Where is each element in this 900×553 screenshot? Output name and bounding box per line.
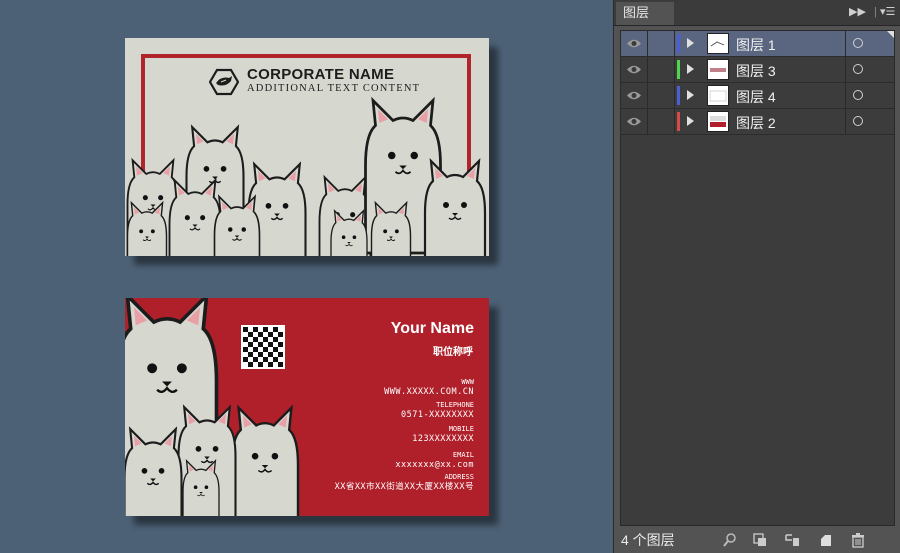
layer-color-indicator — [677, 86, 680, 105]
layers-list[interactable]: 图层 1 图层 3 图层 4 图层 2 — [620, 30, 895, 526]
expand-arrow-icon[interactable] — [687, 38, 694, 48]
column-divider — [845, 109, 846, 134]
target-circle-icon[interactable] — [853, 64, 863, 74]
layer-name[interactable]: 图层 3 — [736, 61, 776, 81]
layer-color-indicator — [677, 112, 680, 131]
layer-name[interactable]: 图层 1 — [736, 35, 776, 55]
tab-layers[interactable]: 图层 — [616, 2, 674, 25]
column-divider — [845, 57, 846, 82]
collapse-panel-icon[interactable]: ▶▶ — [849, 4, 866, 20]
expand-arrow-icon[interactable] — [687, 116, 694, 126]
layer-row[interactable]: 图层 4 — [621, 83, 894, 109]
panel-header: 图层 ▶▶ | ▾☰ — [614, 0, 900, 26]
layer-count: 4 个图层 — [621, 532, 675, 548]
cats-illustration-front — [126, 99, 487, 256]
layer-color-indicator — [677, 34, 680, 53]
visibility-eye-icon[interactable] — [621, 31, 648, 56]
locate-object-icon[interactable] — [722, 532, 738, 548]
new-sublayer-icon[interactable] — [784, 532, 800, 548]
visibility-eye-icon[interactable] — [621, 57, 648, 82]
lock-toggle[interactable] — [648, 109, 675, 134]
contact-address: ADDRESS XX省XX市XX街道XX大厦XX楼XX号 — [334, 473, 474, 492]
layer-thumbnail — [707, 33, 729, 54]
contact-telephone: TELEPHONE 0571-XXXXXXXX — [400, 401, 474, 420]
contact-mobile: MOBILE 123XXXXXXXX — [412, 425, 474, 444]
expand-arrow-icon[interactable] — [687, 90, 694, 100]
divider-icon: | — [874, 6, 877, 18]
layer-thumbnail — [707, 59, 729, 80]
new-layer-icon[interactable] — [818, 532, 834, 548]
column-divider — [845, 31, 846, 56]
layer-row[interactable]: 图层 1 — [621, 31, 894, 57]
contact-email: EMAIL xxxxxxx@xx.com — [395, 451, 474, 470]
column-divider — [845, 83, 846, 108]
layer-name[interactable]: 图层 2 — [736, 113, 776, 133]
layer-row[interactable]: 图层 3 — [621, 57, 894, 83]
layer-color-indicator — [677, 60, 680, 79]
business-card-front[interactable]: CORPORATE NAME ADDITIONAL TEXT CONTENT — [125, 38, 489, 256]
lock-toggle[interactable] — [648, 57, 675, 82]
layer-thumbnail — [707, 111, 729, 132]
visibility-eye-icon[interactable] — [621, 83, 648, 108]
layer-thumbnail — [707, 85, 729, 106]
job-title: 职位称呼 — [433, 347, 473, 358]
clipping-mask-icon[interactable] — [752, 532, 768, 548]
expand-arrow-icon[interactable] — [687, 64, 694, 74]
your-name: Your Name — [390, 320, 474, 337]
visibility-eye-icon[interactable] — [621, 109, 648, 134]
target-circle-icon[interactable] — [853, 116, 863, 126]
target-circle-icon[interactable] — [853, 90, 863, 100]
layer-name[interactable]: 图层 4 — [736, 87, 776, 107]
qr-code — [241, 325, 285, 369]
trash-icon[interactable] — [850, 532, 866, 548]
lock-toggle[interactable] — [648, 31, 675, 56]
contact-www: WWW WWW.XXXXX.COM.CN — [384, 378, 474, 397]
panel-footer: 4 个图层 — [614, 528, 900, 553]
layers-panel: 图层 ▶▶ | ▾☰ 图层 1 图层 3 图层 4 图层 2 4 个图层 — [613, 0, 900, 553]
panel-menu-icon[interactable]: ▾☰ — [880, 4, 895, 20]
lock-toggle[interactable] — [648, 83, 675, 108]
layer-row[interactable]: 图层 2 — [621, 109, 894, 135]
target-circle-icon[interactable] — [853, 38, 863, 48]
business-card-back[interactable]: Your Name 职位称呼 WWW WWW.XXXXX.COM.CN TELE… — [125, 298, 489, 516]
artboard-canvas[interactable]: CORPORATE NAME ADDITIONAL TEXT CONTENT Y… — [0, 0, 612, 553]
selected-corner-icon — [887, 31, 894, 38]
